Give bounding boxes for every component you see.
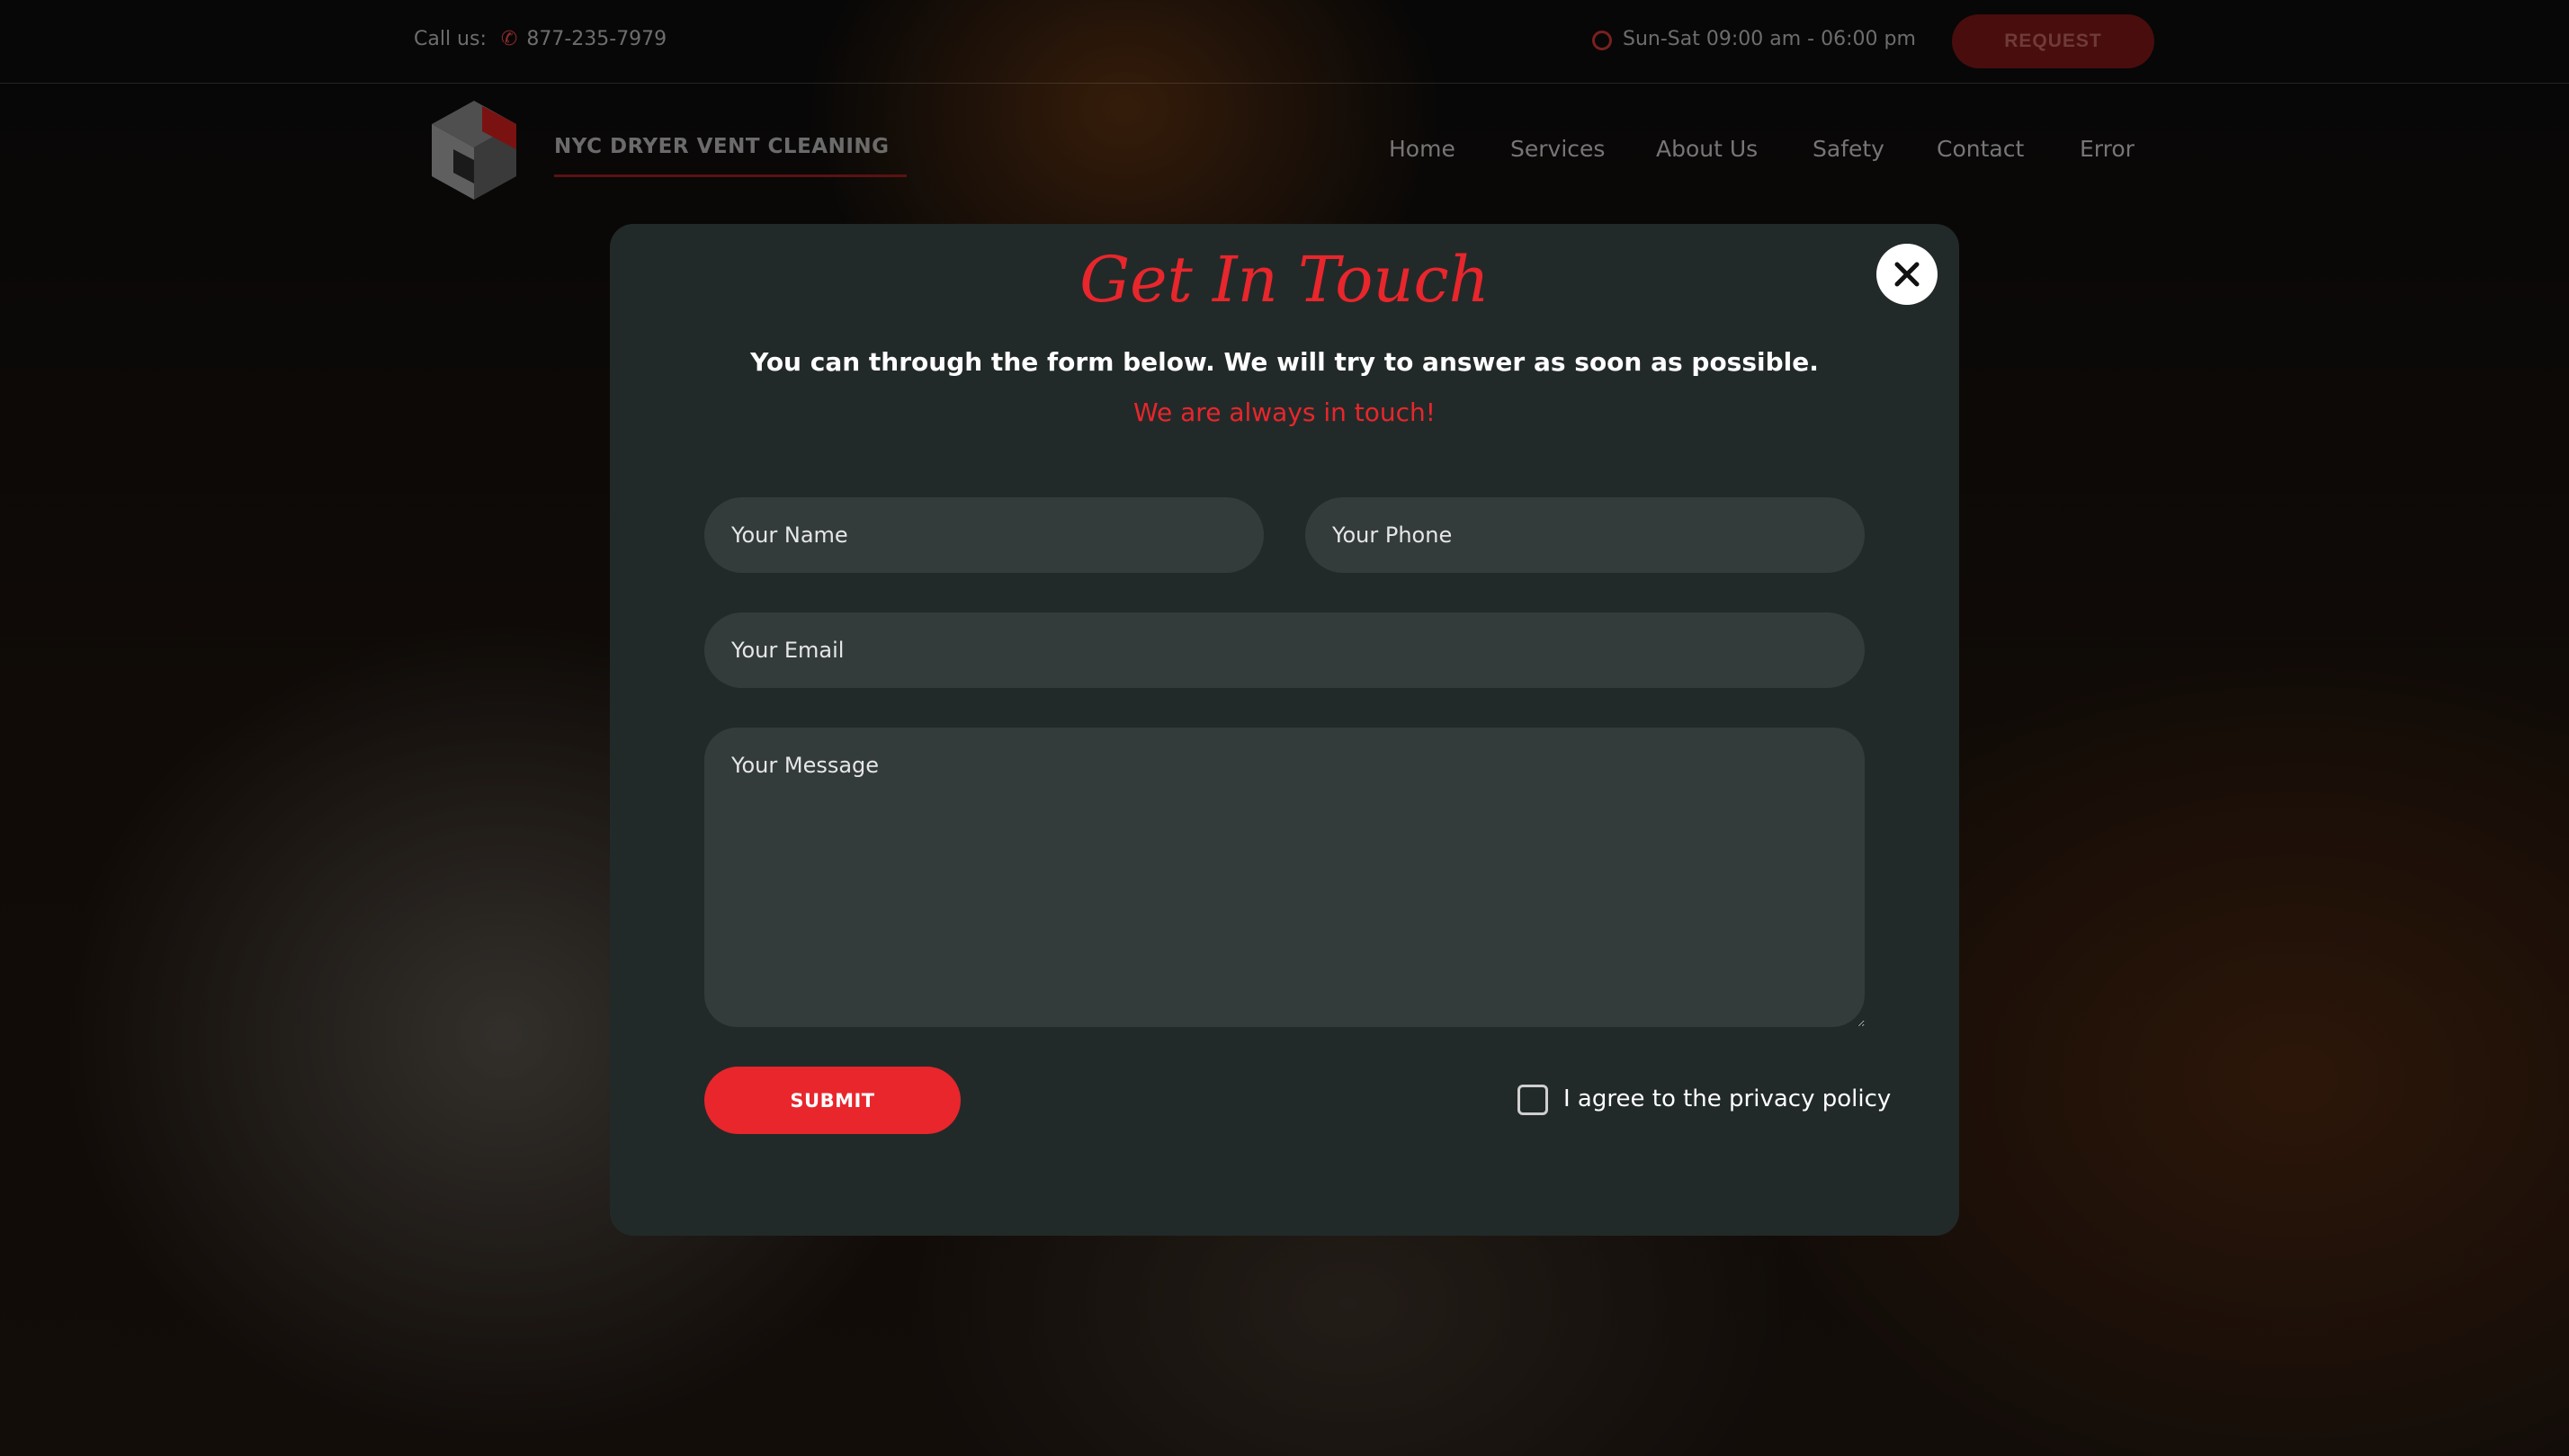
- nav-item-home[interactable]: Home: [1389, 136, 1455, 162]
- privacy-checkbox[interactable]: [1517, 1085, 1548, 1115]
- submit-button[interactable]: SUBMIT: [704, 1067, 961, 1134]
- nav-item-safety[interactable]: Safety: [1813, 136, 1884, 162]
- nav-item-error[interactable]: Error: [2080, 136, 2135, 162]
- brand-name[interactable]: NYC DRYER VENT CLEANING: [554, 135, 890, 158]
- privacy-label[interactable]: I agree to the privacy policy: [1563, 1085, 1891, 1112]
- name-input[interactable]: [704, 497, 1264, 573]
- nav-item-contact[interactable]: Contact: [1937, 136, 2024, 162]
- call-us: Call us: ✆ 877-235-7979: [414, 28, 667, 50]
- modal-tagline: We are always in touch!: [1132, 397, 1437, 427]
- phone-number[interactable]: 877-235-7979: [526, 28, 667, 50]
- nav-item-about-us[interactable]: About Us: [1656, 136, 1758, 162]
- brand-underline: [554, 174, 907, 177]
- request-button[interactable]: REQUEST: [1952, 14, 2154, 68]
- message-textarea[interactable]: [704, 728, 1865, 1027]
- top-bar: Call us: ✆ 877-235-7979 Sun-Sat 09:00 am -…: [0, 0, 2569, 84]
- logo-icon[interactable]: [426, 97, 522, 203]
- modal-subtitle: You can through the form below. We will …: [750, 347, 1819, 377]
- phone-input[interactable]: [1305, 497, 1865, 573]
- clock-icon: [1592, 31, 1612, 50]
- nav-item-services[interactable]: Services: [1510, 136, 1605, 162]
- hours-text: Sun-Sat 09:00 am - 06:00 pm: [1623, 28, 1916, 50]
- call-label: Call us:: [414, 28, 487, 50]
- phone-icon: ✆: [500, 28, 518, 50]
- modal-title: Get In Touch: [1079, 243, 1490, 317]
- business-hours: Sun-Sat 09:00 am - 06:00 pm: [1592, 28, 1916, 50]
- email-input[interactable]: [704, 612, 1865, 688]
